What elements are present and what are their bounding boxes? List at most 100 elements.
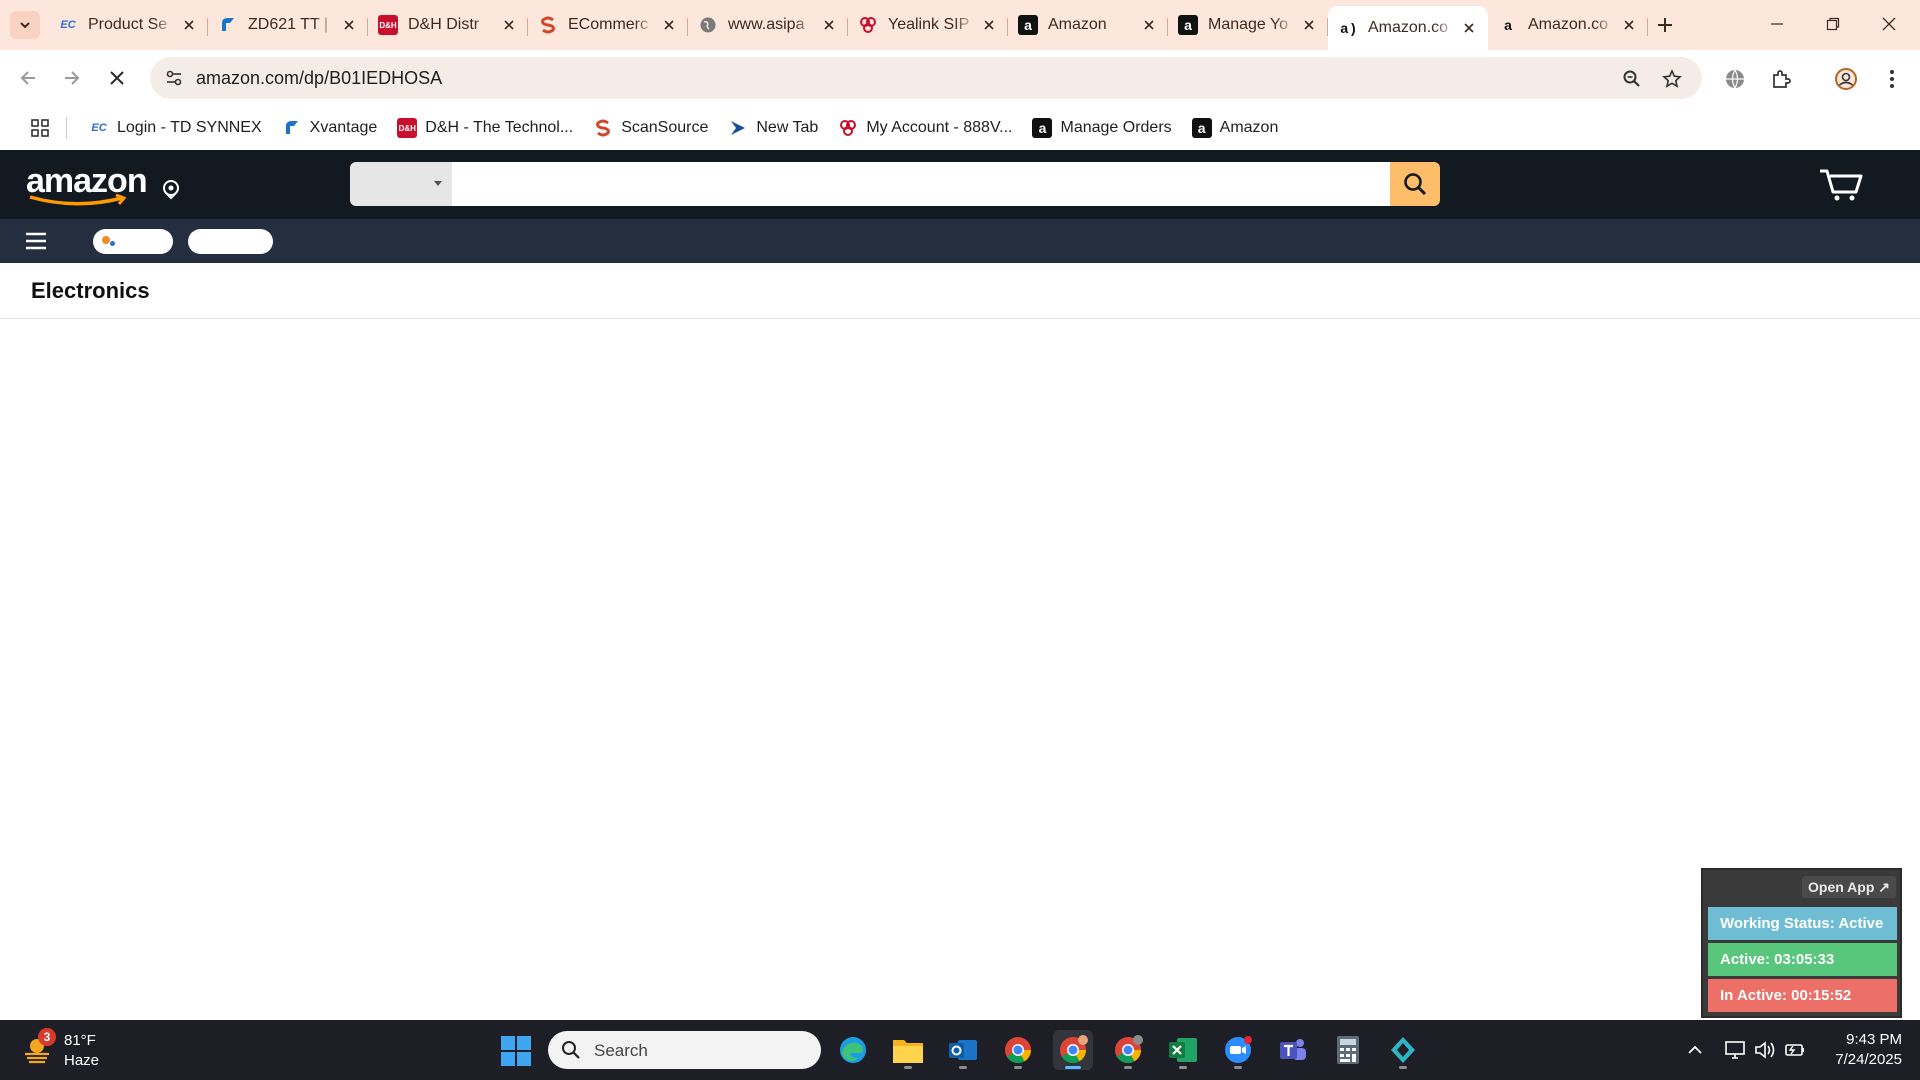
translate-icon[interactable] [1720,64,1750,94]
browser-tab[interactable]: EC Product Se [48,6,208,44]
browser-tab[interactable]: a Manage Yo [1168,6,1328,44]
close-icon[interactable] [660,16,678,34]
running-indicator [1065,1066,1081,1069]
restore-icon [1826,17,1840,31]
bookmark-item[interactable]: EC Login - TD SYNNEX [79,113,272,143]
tab-search-button[interactable] [10,11,40,39]
close-icon[interactable] [180,16,198,34]
inactive-time: In Active: 00:15:52 [1708,979,1897,1012]
bookmark-label: D&H - The Technol... [425,119,574,136]
amazon-search-input[interactable] [452,162,1390,206]
extensions-icon[interactable] [1766,64,1796,94]
bookmark-item[interactable]: My Account - 888V... [828,113,1022,143]
close-window-button[interactable] [1866,8,1912,40]
browser-tab[interactable]: ECommerc [528,6,688,44]
close-icon[interactable] [980,16,998,34]
chrome-icon [1060,1035,1088,1064]
time-tracker-widget: Open App ↗ Working Status: Active Active… [1701,868,1902,1018]
edge-icon [840,1037,866,1063]
browser-tab-active[interactable]: a ) Amazon.co [1328,6,1488,50]
subnav-pill-button[interactable] [93,229,173,254]
close-icon [1882,17,1896,31]
running-indicator [1399,1066,1407,1069]
bookmark-item[interactable]: D&H D&H - The Technol... [387,113,583,143]
new-tab-button[interactable] [1650,10,1680,40]
close-icon[interactable] [1460,19,1478,37]
bookmark-star-icon[interactable] [1658,65,1686,93]
minimize-button[interactable] [1754,8,1800,40]
chrome-icon [1115,1035,1143,1064]
edge-app[interactable] [833,1030,873,1070]
restore-button[interactable] [1810,8,1856,40]
profile-icon[interactable] [1831,64,1861,94]
site-settings-icon[interactable] [162,66,186,90]
location-pin-icon[interactable] [160,178,182,200]
browser-tab[interactable]: D&H D&H Distr [368,6,528,44]
hamburger-menu-icon[interactable] [24,230,48,252]
network-icon[interactable] [1723,1038,1747,1062]
start-button[interactable] [500,1035,532,1067]
browser-tab[interactable]: a Amazon.co [1488,6,1648,44]
system-clock[interactable]: 9:43 PM 7/24/2025 [1810,1030,1902,1070]
search-category-dropdown[interactable] [350,162,452,206]
subnav-pill-button[interactable] [188,229,273,254]
chevron-up-icon[interactable] [1683,1038,1707,1062]
taskbar-search[interactable]: Search [548,1031,821,1069]
browser-tab[interactable]: www.asipa [688,6,848,44]
category-title[interactable]: Electronics [31,278,150,304]
apps-grid-icon[interactable] [18,113,62,143]
bookmark-label: Manage Orders [1060,119,1172,136]
url-text[interactable]: amazon.com/dp/B01IEDHOSA [196,68,442,89]
tracker-app[interactable] [1383,1030,1423,1070]
excel-app[interactable] [1163,1030,1203,1070]
zoom-icon[interactable] [1618,65,1646,93]
bookmark-label: My Account - 888V... [866,119,1013,136]
calculator-app[interactable] [1328,1030,1368,1070]
clock-time: 9:43 PM [1846,1031,1902,1048]
chrome-app-active[interactable] [1053,1030,1093,1070]
bookmark-item[interactable]: Xvantage [272,113,388,143]
chrome-app[interactable] [998,1030,1038,1070]
browser-tab[interactable]: Yealink SIP [848,6,1008,44]
amazon-search-button[interactable] [1390,162,1440,206]
amazon-search-bar [350,162,1440,206]
forward-button[interactable] [56,62,88,94]
more-menu-icon[interactable] [1877,64,1907,94]
cart-icon[interactable] [1818,166,1864,202]
clock-date: 7/24/2025 [1835,1051,1902,1068]
excel-icon [1169,1038,1197,1062]
bookmark-item[interactable]: a Amazon [1182,113,1289,143]
weather-widget[interactable]: 3 81°F Haze [22,1028,142,1072]
tab-title: Yealink SIP [888,16,970,33]
amazon-smile-icon: a ) [1340,20,1356,36]
close-icon[interactable] [340,16,358,34]
amazon-icon: a [1018,15,1038,35]
bookmark-item[interactable]: New Tab [718,113,828,143]
windows-icon [501,1036,531,1066]
minimize-icon [1771,23,1783,25]
close-icon[interactable] [820,16,838,34]
amazon-logo[interactable]: amazon [26,162,148,208]
zoom-app[interactable] [1218,1030,1258,1070]
stop-loading-button[interactable] [101,62,133,94]
outlook-app[interactable] [943,1030,983,1070]
bookmark-item[interactable]: a Manage Orders [1022,113,1181,143]
browser-tab[interactable]: ZD621 TT | [208,6,368,44]
teams-app[interactable] [1273,1030,1313,1070]
volume-icon[interactable] [1753,1038,1777,1062]
address-bar[interactable]: amazon.com/dp/B01IEDHOSA [150,57,1702,99]
plus-icon [1658,18,1672,32]
back-button[interactable] [12,62,44,94]
open-app-button[interactable]: Open App ↗ [1802,876,1896,898]
bookmark-item[interactable]: ScanSource [583,113,718,143]
battery-icon[interactable] [1783,1038,1807,1062]
notification-badge: 3 [38,1028,56,1046]
chrome-app[interactable] [1108,1030,1148,1070]
file-explorer-app[interactable] [888,1030,928,1070]
logo-text: amazon [26,162,148,200]
close-icon[interactable] [1620,16,1638,34]
close-icon[interactable] [1140,16,1158,34]
close-icon[interactable] [1300,16,1318,34]
browser-tab[interactable]: a Amazon [1008,6,1168,44]
close-icon[interactable] [500,16,518,34]
